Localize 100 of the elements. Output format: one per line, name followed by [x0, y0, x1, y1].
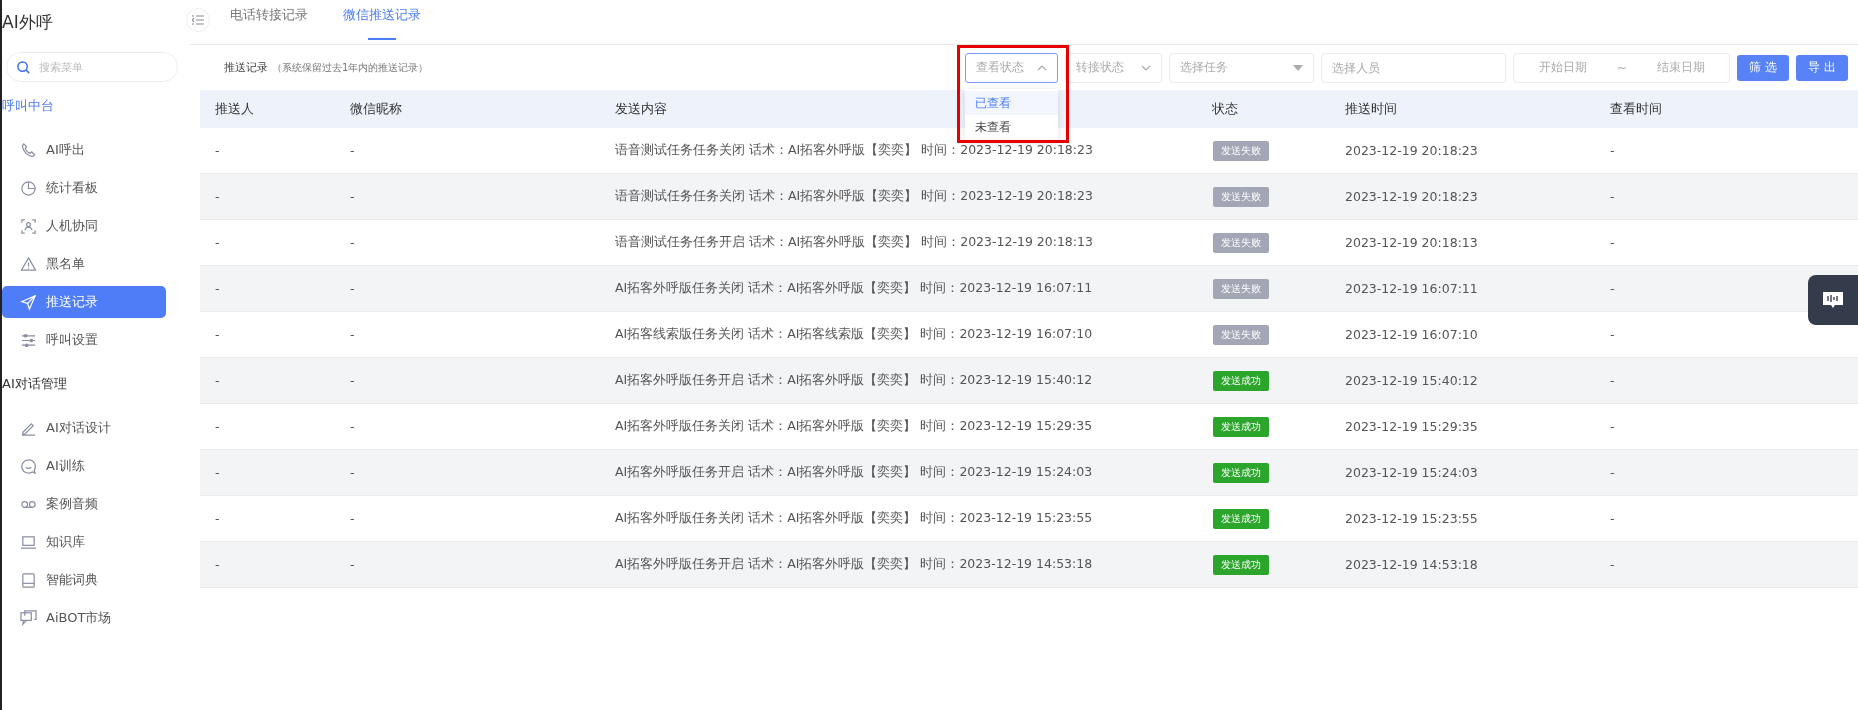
table-cell: -: [350, 281, 355, 296]
column-header: 推送人: [215, 100, 254, 116]
table-cell: 2023-12-19 15:29:35: [1345, 419, 1478, 434]
menu-item[interactable]: 案例音频: [2, 488, 166, 520]
section-title: 推送记录: [224, 60, 268, 75]
status-tag: 发送成功: [1213, 462, 1269, 483]
send-icon: [20, 293, 37, 311]
table-cell: -: [1610, 511, 1615, 526]
tab[interactable]: 电话转接记录: [230, 0, 308, 44]
table-cell: -: [350, 373, 355, 388]
table-cell: -: [215, 511, 220, 526]
warning-icon: [20, 255, 37, 273]
table-cell: -: [215, 281, 220, 296]
table-cell: -: [1610, 557, 1615, 572]
person-field[interactable]: 选择人员: [1321, 52, 1507, 83]
dropdown-option[interactable]: 已查看: [965, 90, 1059, 115]
table-cell: -: [1610, 281, 1615, 296]
table-cell: -: [350, 419, 355, 434]
tab[interactable]: 微信推送记录: [343, 0, 421, 44]
table-cell: 2023-12-19 15:23:55: [1345, 511, 1478, 526]
menu-item[interactable]: 智能词典: [2, 564, 166, 596]
table-cell: -: [1610, 465, 1615, 480]
table-cell: -: [215, 465, 220, 480]
table-cell: AI拓客外呼版任务关闭 话术：AI拓客外呼版【奕奕】 时间：2023-12-19 15:23:55: [615, 510, 1093, 525]
table-cell: 2023-12-19 16:07:11: [1345, 281, 1478, 296]
column-header: 微信昵称: [350, 100, 402, 116]
column-header: 状态: [1212, 100, 1238, 116]
table-cell: AI拓客外呼版任务关闭 话术：AI拓客外呼版【奕奕】 时间：2023-12-19 16:07:11: [615, 280, 1093, 295]
table-cell: -: [350, 327, 355, 342]
menu-item[interactable]: AI呼出: [2, 134, 166, 166]
menu-item[interactable]: 推送记录: [2, 286, 166, 318]
table-cell: 2023-12-19 20:18:23: [1345, 189, 1478, 204]
laptop-icon: [20, 533, 37, 551]
chat-bubble-icon: [20, 457, 37, 475]
toolbar-button[interactable]: 导 出: [1796, 54, 1848, 81]
voice-chat-button[interactable]: [1808, 275, 1858, 325]
table-cell: -: [1610, 327, 1615, 342]
scan-person-icon: [20, 217, 37, 235]
menu-item[interactable]: AI对话设计: [2, 412, 166, 444]
table-cell: -: [1610, 143, 1615, 158]
app-title: AI外呼: [2, 11, 54, 34]
table-cell: AI拓客外呼版任务开启 话术：AI拓客外呼版【奕奕】 时间：2023-12-19 15:40:12: [615, 372, 1093, 387]
menu-group-label[interactable]: 呼叫中台: [2, 84, 190, 128]
menu-item[interactable]: AI训练: [2, 450, 166, 482]
table-cell: AI拓客外呼版任务关闭 话术：AI拓客外呼版【奕奕】 时间：2023-12-19 15:29:35: [615, 418, 1093, 433]
menu-item[interactable]: 黑名单: [2, 248, 166, 280]
caret-icon: [1293, 64, 1304, 71]
menu-group-label[interactable]: AI对话管理: [2, 362, 190, 406]
table-cell: 2023-12-19 15:40:12: [1345, 373, 1478, 388]
table-cell: -: [350, 189, 355, 204]
menu-icon: [192, 15, 204, 25]
table-cell: 2023-12-19 20:18:13: [1345, 235, 1478, 250]
menu-item[interactable]: 统计看板: [2, 172, 166, 204]
table-cell: -: [350, 465, 355, 480]
menu-item[interactable]: 呼叫设置: [2, 324, 166, 356]
search-field[interactable]: 搜索菜单: [6, 52, 178, 82]
table-cell: 2023-12-19 14:53:18: [1345, 557, 1478, 572]
status-tag: 发送失败: [1213, 324, 1269, 345]
table-cell: -: [215, 557, 220, 572]
chevron-icon: [1141, 63, 1152, 72]
status-tag: 发送成功: [1213, 508, 1269, 529]
table-cell: -: [350, 143, 355, 158]
table-cell: -: [215, 235, 220, 250]
table-cell: -: [1610, 235, 1615, 250]
column-header: 推送时间: [1345, 100, 1397, 116]
status-tag: 发送失败: [1213, 186, 1269, 207]
table-cell: AI拓客外呼版任务开启 话术：AI拓客外呼版【奕奕】 时间：2023-12-19 14:53:18: [615, 556, 1093, 571]
table-cell: -: [350, 235, 355, 250]
table-cell: 语音测试任务任务关闭 话术：AI拓客外呼版【奕奕】 时间：2023-12-19 20:18:23: [615, 142, 1093, 157]
status-tag: 发送失败: [1213, 140, 1269, 161]
dropdown-option[interactable]: 未查看: [965, 114, 1059, 139]
section-note: （系统保留过去1年内的推送记录）: [272, 60, 429, 75]
table-cell: -: [215, 419, 220, 434]
column-header: 查看时间: [1610, 100, 1662, 116]
status-tag: 发送失败: [1213, 278, 1269, 299]
menu-item[interactable]: 人机协同: [2, 210, 166, 242]
table-cell: 2023-12-19 15:24:03: [1345, 465, 1478, 480]
toolbar-button[interactable]: 筛 选: [1737, 54, 1790, 81]
table-cell: -: [215, 327, 220, 342]
table-cell: 2023-12-19 20:18:23: [1345, 143, 1478, 158]
menu-item[interactable]: 知识库: [2, 526, 166, 558]
menu-item[interactable]: AiBOT市场: [2, 602, 166, 634]
table-cell: -: [215, 189, 220, 204]
table-cell: 语音测试任务任务开启 话术：AI拓客外呼版【奕奕】 时间：2023-12-19 20:18:13: [615, 234, 1093, 249]
status-tag: 发送成功: [1213, 370, 1269, 391]
status-tag: 发送成功: [1213, 554, 1269, 575]
phone-icon: [20, 141, 37, 159]
table-cell: -: [1610, 373, 1615, 388]
chat-windows-icon: [20, 609, 37, 627]
search-icon: [16, 60, 31, 75]
chevron-icon: [1037, 63, 1048, 72]
voice-message-icon: [1822, 290, 1844, 310]
sliders-icon: [20, 331, 37, 349]
column-header: 发送内容: [615, 100, 667, 116]
status-tag: 发送失败: [1213, 232, 1269, 253]
table-cell: -: [350, 511, 355, 526]
status-tag: 发送成功: [1213, 416, 1269, 437]
table-cell: -: [350, 557, 355, 572]
table-cell: AI拓客外呼版任务开启 话术：AI拓客外呼版【奕奕】 时间：2023-12-19 15:24:03: [615, 464, 1093, 479]
table-cell: 语音测试任务任务关闭 话术：AI拓客外呼版【奕奕】 时间：2023-12-19 20:18:23: [615, 188, 1093, 203]
